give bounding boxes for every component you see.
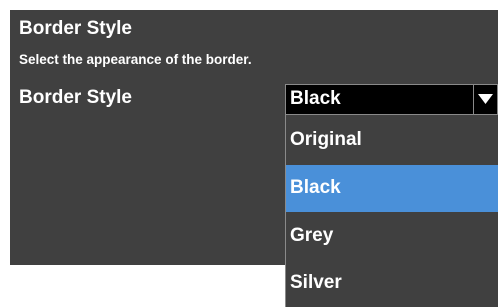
select-current-value: Black: [290, 88, 341, 109]
panel-title: Border Style: [19, 18, 132, 39]
option-original[interactable]: Original: [286, 117, 498, 164]
dropdown-toggle-button[interactable]: [473, 85, 497, 114]
triangle-down-icon: [478, 94, 493, 104]
panel-description: Select the appearance of the border.: [19, 52, 252, 67]
option-label: Original: [290, 129, 362, 150]
option-black[interactable]: Black: [286, 165, 498, 212]
option-label: Black: [290, 177, 341, 198]
option-label: Grey: [290, 225, 334, 246]
border-style-select[interactable]: Black: [285, 84, 498, 115]
option-grey[interactable]: Grey: [286, 213, 498, 260]
border-style-dropdown-list: Original Black Grey Silver: [285, 115, 498, 307]
option-label: Silver: [290, 272, 342, 293]
border-style-label: Border Style: [19, 87, 132, 108]
option-silver[interactable]: Silver: [286, 260, 498, 307]
